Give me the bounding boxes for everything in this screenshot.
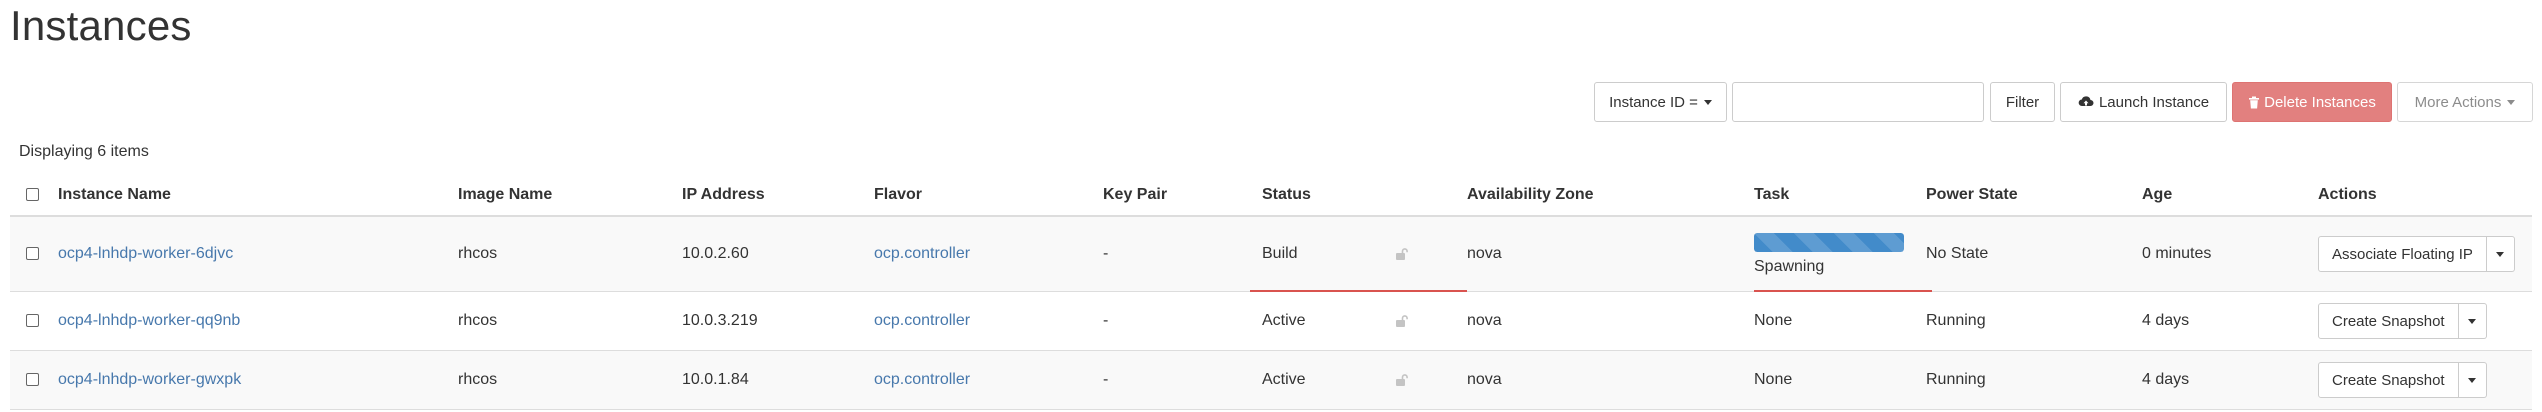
ip-address: 10.0.1.84 [682, 350, 874, 410]
col-ip-address[interactable]: IP Address [682, 175, 874, 217]
cloud-upload-icon [2078, 96, 2094, 107]
row-checkbox[interactable] [26, 314, 39, 328]
flavor-link[interactable]: ocp.controller [874, 371, 970, 388]
trash-icon [2249, 96, 2260, 108]
chevron-down-icon [1703, 99, 1712, 105]
key-pair: - [1103, 291, 1262, 351]
availability-zone: nova [1467, 291, 1754, 351]
instances-table: Instance Name Image Name IP Address Flav… [10, 175, 2532, 410]
table-header-row: Instance Name Image Name IP Address Flav… [10, 175, 2532, 217]
power-state: Running [1926, 291, 2142, 351]
status-text: Build [1262, 245, 1298, 262]
col-flavor[interactable]: Flavor [874, 175, 1103, 217]
launch-instance-label: Launch Instance [2098, 93, 2210, 111]
col-key-pair[interactable]: Key Pair [1103, 175, 1262, 217]
filter-field-label: Instance ID = [1609, 93, 1698, 111]
instance-name-link[interactable]: ocp4-lnhdp-worker-gwxpk [58, 371, 241, 388]
filter-input[interactable] [1732, 82, 1984, 122]
row-action-group: Create Snapshot [2318, 303, 2532, 339]
chevron-down-icon [2468, 318, 2477, 324]
task-text: None [1754, 291, 1926, 351]
associate-floating-ip-button[interactable]: Associate Floating IP [2318, 236, 2487, 272]
chevron-down-icon [2496, 251, 2505, 257]
col-power-state[interactable]: Power State [1926, 175, 2142, 217]
row-actions-dropdown[interactable] [2458, 362, 2487, 398]
unlock-icon [1396, 315, 1408, 327]
key-pair: - [1103, 216, 1262, 292]
availability-zone: nova [1467, 216, 1754, 292]
image-name: rhcos [458, 291, 682, 351]
ip-address: 10.0.3.219 [682, 291, 874, 351]
item-count: Displaying 6 items [19, 143, 149, 160]
task-progress-fill [1754, 232, 1904, 252]
instance-name-link[interactable]: ocp4-lnhdp-worker-qq9nb [58, 312, 240, 329]
chevron-down-icon [2507, 99, 2516, 105]
task-underline [1754, 290, 1932, 292]
row-actions-dropdown[interactable] [2486, 236, 2515, 272]
power-state: Running [1926, 350, 2142, 410]
task-text: Spawning [1754, 257, 1825, 275]
status-text: Active [1262, 371, 1306, 388]
col-instance-name[interactable]: Instance Name [58, 175, 458, 217]
more-actions-button[interactable]: More Actions [2397, 82, 2533, 122]
task-text: None [1754, 350, 1926, 410]
launch-instance-button[interactable]: Launch Instance [2060, 82, 2227, 122]
table-row: ocp4-lnhdp-worker-qq9nb rhcos 10.0.3.219… [10, 291, 2532, 351]
filter-button[interactable]: Filter [1990, 82, 2055, 122]
status-underline [1250, 290, 1467, 292]
unlock-icon [1396, 374, 1408, 386]
col-status[interactable]: Status [1262, 175, 1467, 217]
row-checkbox[interactable] [26, 247, 39, 261]
create-snapshot-button[interactable]: Create Snapshot [2318, 303, 2459, 339]
flavor-link[interactable]: ocp.controller [874, 245, 970, 262]
instance-name-link[interactable]: ocp4-lnhdp-worker-6djvc [58, 245, 233, 262]
availability-zone: nova [1467, 350, 1754, 410]
status-cell: Active [1262, 291, 1467, 351]
task-progress-bar [1754, 232, 1904, 252]
more-actions-label: More Actions [2414, 93, 2502, 111]
col-task[interactable]: Task [1754, 175, 1926, 217]
delete-instances-button[interactable]: Delete Instances [2232, 82, 2392, 122]
create-snapshot-button[interactable]: Create Snapshot [2318, 362, 2459, 398]
power-state: No State [1926, 216, 2142, 292]
task-cell: Spawning [1754, 216, 1932, 292]
delete-instances-label: Delete Instances [2264, 93, 2376, 111]
row-action-group: Associate Floating IP [2318, 236, 2532, 272]
col-age[interactable]: Age [2142, 175, 2318, 217]
image-name: rhcos [458, 216, 682, 292]
row-checkbox[interactable] [26, 373, 39, 387]
chevron-down-icon [2468, 377, 2477, 383]
flavor-link[interactable]: ocp.controller [874, 312, 970, 329]
key-pair: - [1103, 350, 1262, 410]
unlock-icon [1396, 248, 1408, 260]
age: 4 days [2142, 291, 2318, 351]
age: 4 days [2142, 350, 2318, 410]
ip-address: 10.0.2.60 [682, 216, 874, 292]
col-image-name[interactable]: Image Name [458, 175, 682, 217]
age: 0 minutes [2142, 216, 2318, 292]
col-actions: Actions [2318, 175, 2532, 217]
col-availability-zone[interactable]: Availability Zone [1467, 175, 1754, 217]
table-row: ocp4-lnhdp-worker-6djvc rhcos 10.0.2.60 … [10, 216, 2532, 292]
filter-field-dropdown[interactable]: Instance ID = [1594, 82, 1727, 122]
page-title: Instances [10, 2, 192, 49]
status-cell: Build [1250, 216, 1467, 292]
row-action-group: Create Snapshot [2318, 362, 2532, 398]
status-text: Active [1262, 312, 1306, 329]
select-all-checkbox[interactable] [26, 188, 39, 202]
table-row: ocp4-lnhdp-worker-gwxpk rhcos 10.0.1.84 … [10, 350, 2532, 410]
status-cell: Active [1262, 350, 1467, 410]
image-name: rhcos [458, 350, 682, 410]
row-actions-dropdown[interactable] [2458, 303, 2487, 339]
